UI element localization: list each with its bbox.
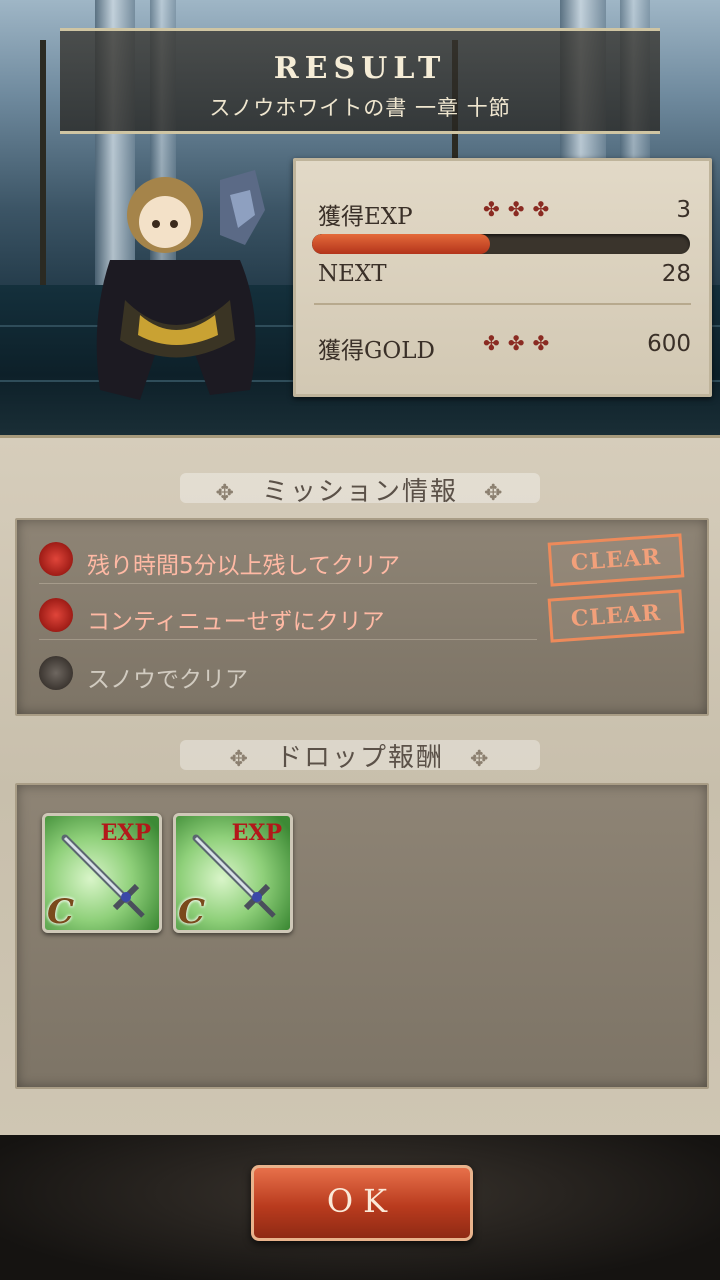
mission-title-text: ミッション情報: [261, 477, 458, 507]
stage-subtitle: スノウホワイトの書 一章 十節: [209, 96, 511, 120]
result-stats-panel: 獲得EXP ✤✤✤ 3 NEXT 28 獲得GOLD ✤✤✤ 600: [293, 158, 712, 397]
result-banner: RESULT スノウホワイトの書 一章 十節: [60, 28, 660, 134]
exp-value: 3: [676, 197, 691, 223]
clear-stamp: CLEAR: [547, 589, 685, 643]
next-label: NEXT: [318, 261, 387, 287]
battle-scene-background: RESULT スノウホワイトの書 一章 十節 獲得EXP ✤✤✤ 3 NEXT …: [0, 0, 720, 435]
exp-label: 獲得EXP: [318, 204, 413, 230]
mission-section-title: ✥ ミッション情報 ✥: [0, 471, 720, 507]
rose-icon: [39, 542, 73, 576]
gold-value: 600: [647, 331, 691, 357]
drop-item[interactable]: EXP C: [173, 813, 293, 933]
rose-icon: [39, 598, 73, 632]
gold-row: 獲得GOLD ✤✤✤ 600: [318, 331, 691, 365]
flourish-icon: ✥: [229, 747, 250, 772]
mission-list: 残り時間5分以上残してクリア CLEAR コンティニューせずにクリア CLEAR…: [15, 518, 709, 716]
mission-item: スノウでクリア: [39, 648, 687, 698]
drop-title-text: ドロップ報酬: [275, 743, 444, 773]
drop-section-title: ✥ ドロップ報酬 ✥: [0, 737, 720, 773]
rank-badge: C: [178, 892, 206, 932]
rose-icon: [39, 656, 73, 690]
flourish-icon: ✥: [470, 747, 491, 772]
exp-badge: EXP: [100, 820, 151, 846]
exp-badge: EXP: [231, 820, 282, 846]
stats-divider: [314, 303, 691, 305]
mission-item: 残り時間5分以上残してクリア CLEAR: [39, 533, 687, 587]
clear-stamp: CLEAR: [547, 533, 685, 587]
mission-text: 残り時間5分以上残してクリア: [87, 553, 400, 579]
drop-item[interactable]: EXP C: [42, 813, 162, 933]
gold-label: 獲得GOLD: [318, 338, 435, 364]
result-title: RESULT: [273, 51, 447, 86]
cross-ornament-icon: ✤✤✤: [483, 331, 558, 355]
flourish-icon: ✥: [215, 481, 236, 506]
exp-row: 獲得EXP ✤✤✤ 3: [318, 197, 691, 231]
ok-button[interactable]: OK: [251, 1165, 473, 1241]
exp-progress-bar: [312, 234, 690, 254]
cross-ornament-icon: ✤✤✤: [483, 197, 558, 221]
next-row: NEXT 28: [318, 261, 691, 295]
rank-badge: C: [47, 892, 75, 932]
next-value: 28: [661, 261, 691, 287]
drop-reward-list: EXP C EXP C: [15, 783, 709, 1089]
mission-text: スノウでクリア: [87, 667, 248, 693]
character-sprite: [96, 170, 265, 400]
flourish-icon: ✥: [484, 481, 505, 506]
mission-item: コンティニューせずにクリア CLEAR: [39, 589, 687, 643]
mission-text: コンティニューせずにクリア: [87, 609, 385, 635]
exp-progress-fill: [312, 234, 490, 254]
